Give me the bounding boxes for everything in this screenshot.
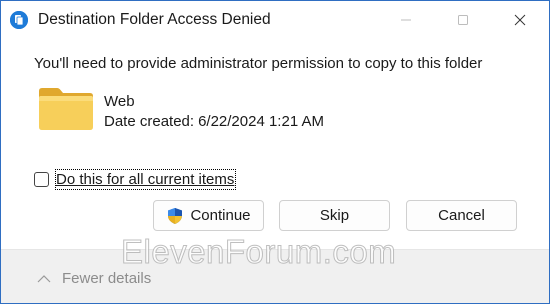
site-watermark: ElevenForum.com xyxy=(121,233,397,271)
apply-all-label-text: Do this for all current items xyxy=(56,170,235,188)
date-created-label: Date created: xyxy=(104,113,195,130)
maximize-button[interactable] xyxy=(438,1,488,39)
apply-all-label[interactable]: Do this for all current items xyxy=(55,168,237,190)
uac-shield-icon xyxy=(168,207,183,224)
continue-label: Continue xyxy=(190,207,251,224)
close-button[interactable] xyxy=(495,1,545,39)
chevron-up-icon xyxy=(37,274,51,282)
cancel-label: Cancel xyxy=(438,207,485,224)
fewer-details-label: Fewer details xyxy=(62,270,152,287)
date-created-value: 6/22/2024 1:21 AM xyxy=(198,113,324,130)
continue-button[interactable]: Continue xyxy=(153,200,264,231)
minimize-icon xyxy=(401,19,411,21)
cancel-button[interactable]: Cancel xyxy=(406,200,517,231)
permission-message: You'll need to provide administrator per… xyxy=(34,55,483,72)
window-title: Destination Folder Access Denied xyxy=(38,11,271,28)
apply-all-checkbox[interactable] xyxy=(34,171,49,187)
dialog-window: Destination Folder Access Denied You'll … xyxy=(0,0,550,304)
maximize-icon xyxy=(458,15,468,25)
folder-icon xyxy=(39,88,93,130)
close-icon xyxy=(514,14,526,26)
apply-all-row[interactable]: Do this for all current items xyxy=(34,167,237,191)
folder-date: Date created: 6/22/2024 1:21 AM xyxy=(104,113,324,130)
minimize-button[interactable] xyxy=(381,1,431,39)
fewer-details-toggle[interactable]: Fewer details xyxy=(37,270,151,287)
title-bar: Destination Folder Access Denied xyxy=(1,1,549,39)
skip-button[interactable]: Skip xyxy=(279,200,390,231)
file-copy-app-icon xyxy=(10,11,28,29)
folder-name: Web xyxy=(104,93,135,110)
skip-label: Skip xyxy=(319,207,350,224)
